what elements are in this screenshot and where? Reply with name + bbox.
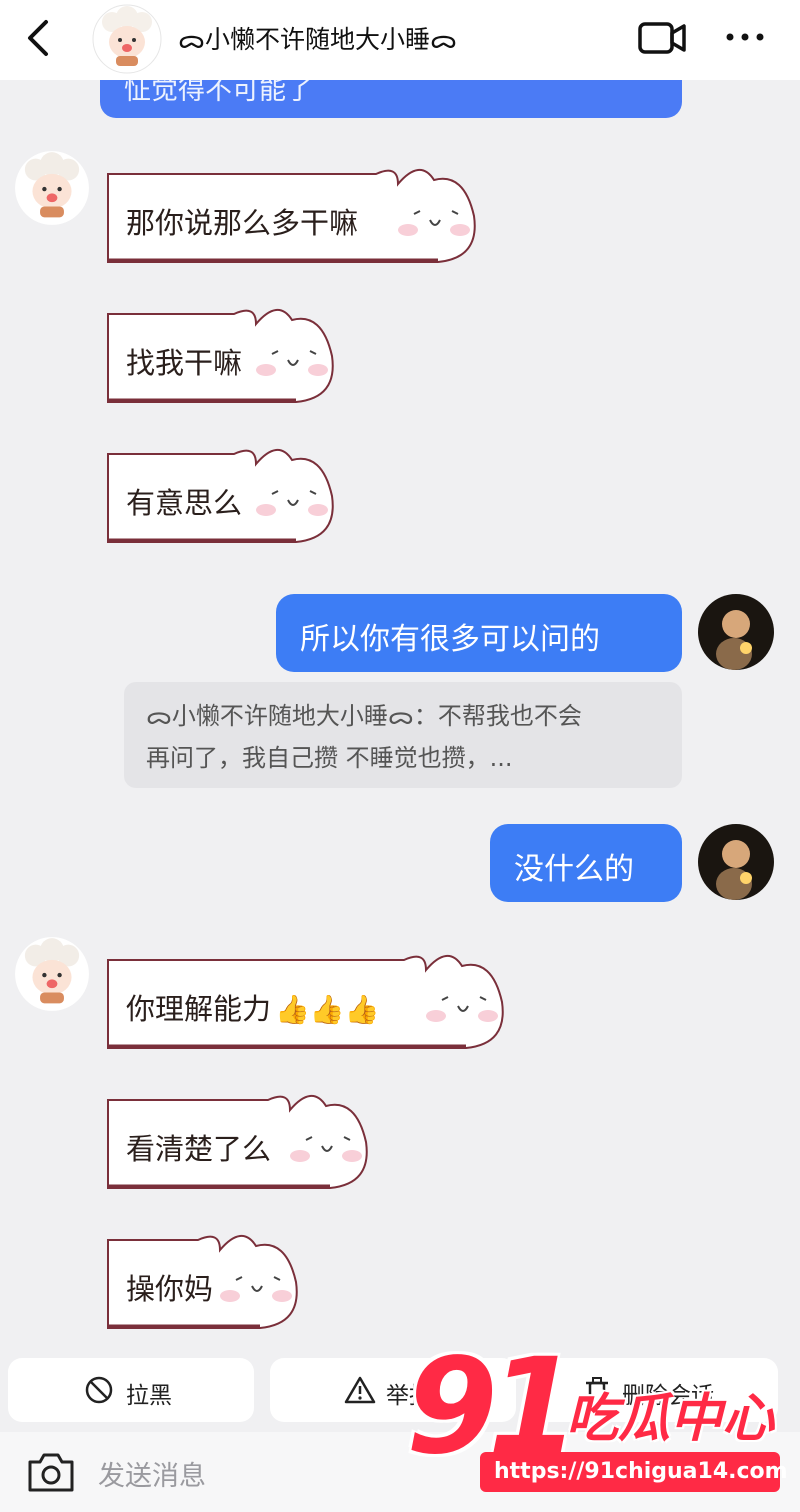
contact-avatar[interactable] — [14, 936, 90, 1012]
message-bubble-sent[interactable]: 怔觉得不可能了 — [100, 80, 682, 118]
message-text: 有意思么 — [126, 486, 243, 520]
message-text: 找我干嘛 — [126, 346, 243, 380]
message-bubble-received[interactable]: 操你妈 — [107, 1235, 302, 1332]
message-bubble-received[interactable]: 有意思么 — [107, 449, 338, 546]
thumbs-up-emoji: 👍👍👍 — [275, 993, 380, 1026]
quote-line: ᯅ小懒不许随地大小睡ᯅ：不帮我也不会 — [146, 702, 582, 730]
sheep-avatar-icon — [15, 151, 89, 225]
message-text: 那你说那么多干嘛 — [126, 206, 359, 240]
sheep-avatar-icon — [92, 4, 162, 74]
message-bubble-sent[interactable]: 没什么的 — [490, 824, 682, 902]
quote-line: 再问了，我自己攒 不睡觉也攒，... — [146, 744, 513, 772]
user-avatar-icon — [698, 594, 774, 670]
message-text: 没什么的 — [514, 852, 634, 887]
message-bubble-received[interactable]: 找我干嘛 — [107, 309, 338, 406]
watermark: 91 吃瓜中心 https://91chigua14.com — [400, 1330, 800, 1512]
user-avatar-icon — [698, 824, 774, 900]
message-bubble-received[interactable]: 那你说那么多干嘛 — [107, 169, 480, 266]
camera-button[interactable] — [24, 1448, 78, 1498]
message-text: 操你妈 — [126, 1272, 214, 1306]
message-text: 你理解能力 👍👍👍 — [126, 986, 380, 1028]
more-button[interactable] — [720, 22, 770, 52]
camera-icon — [28, 1453, 74, 1492]
video-camera-icon — [638, 22, 686, 54]
contact-avatar[interactable] — [14, 150, 90, 226]
message-bubble-received[interactable]: 看清楚了么 — [107, 1095, 372, 1192]
watermark-url-badge: https://91chigua14.com — [480, 1452, 788, 1492]
watermark-url: https://91chigua14.com — [494, 1459, 788, 1484]
message-input[interactable]: 发送消息 — [98, 1454, 206, 1493]
block-label: 拉黑 — [126, 1383, 172, 1409]
message-text: 看清楚了么 — [126, 1132, 272, 1166]
block-button[interactable]: 拉黑 — [8, 1358, 254, 1422]
message-bubble-sent[interactable]: 所以你有很多可以问的 — [276, 594, 682, 672]
message-bubble-received[interactable]: 你理解能力 👍👍👍 — [107, 955, 508, 1052]
my-avatar[interactable] — [698, 594, 774, 670]
quoted-message[interactable]: ᯅ小懒不许随地大小睡ᯅ：不帮我也不会 再问了，我自己攒 不睡觉也攒，... — [124, 682, 682, 788]
contact-avatar[interactable] — [92, 4, 162, 74]
message-text: 怔觉得不可能了 — [124, 80, 313, 106]
sheep-avatar-icon — [15, 937, 89, 1011]
my-avatar[interactable] — [698, 824, 774, 900]
message-list[interactable]: 怔觉得不可能了 那你说那么多干嘛 找我干嘛 有意思么 所以你有很多可以问的 ᯅ小… — [0, 80, 800, 1350]
chat-header: ᯅ小懒不许随地大小睡ᯅ — [0, 0, 800, 80]
video-call-button[interactable] — [636, 20, 690, 56]
block-icon — [85, 1376, 113, 1404]
message-text-main: 你理解能力 — [126, 992, 272, 1026]
more-icon — [726, 33, 764, 41]
back-button[interactable] — [20, 16, 60, 60]
chat-title: ᯅ小懒不许随地大小睡ᯅ — [178, 25, 458, 54]
watermark-name: 吃瓜中心 — [566, 1389, 775, 1449]
warning-icon — [344, 1376, 376, 1404]
message-text: 所以你有很多可以问的 — [300, 622, 600, 657]
back-icon — [28, 20, 48, 56]
